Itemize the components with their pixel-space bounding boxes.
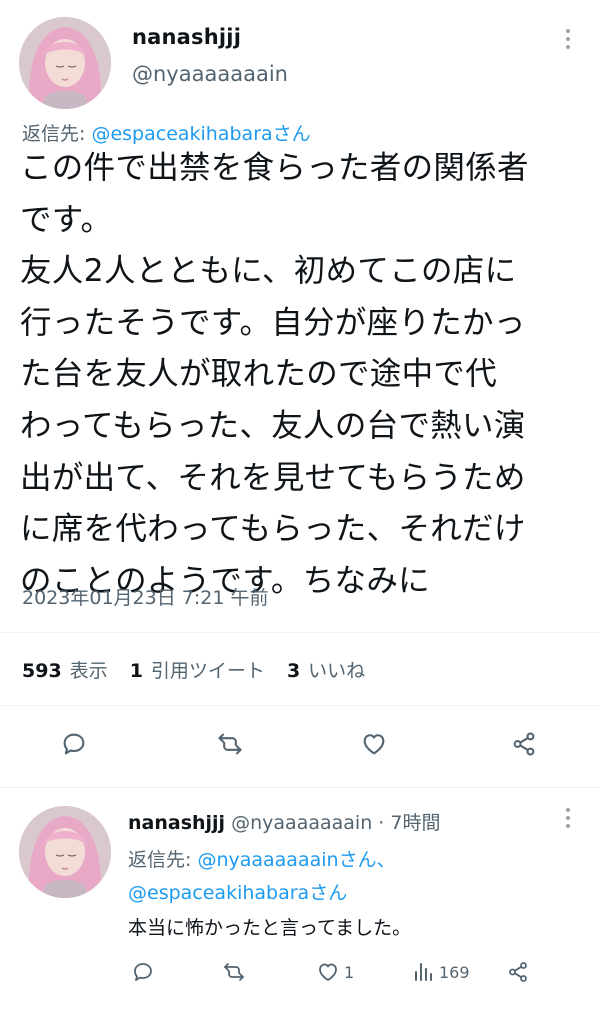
divider xyxy=(0,632,600,633)
tweet-text-line: た台を友人が取れたので途中で代 xyxy=(20,356,498,393)
replying-to-label: 返信先: xyxy=(128,849,198,871)
like-button[interactable]: 1 xyxy=(316,960,354,984)
quotes-count: 1 xyxy=(129,660,143,682)
reply-header: nanashjjj @nyaaaaaaain · 7時間 xyxy=(128,808,440,835)
avatar[interactable] xyxy=(19,17,111,109)
tweet-text-line: です。 xyxy=(20,201,113,238)
views-stat[interactable]: 593 表示 xyxy=(22,656,108,683)
more-options-icon[interactable] xyxy=(558,24,578,54)
tweet-text-line: 出が出て、それを見せてもらうため xyxy=(20,459,526,496)
replying-to: 返信先: @nyaaaaaaainさん、 @espaceakihabaraさん xyxy=(128,844,396,910)
likes-label: いいね xyxy=(308,660,366,682)
handle-time[interactable]: @nyaaaaaaain · 7時間 xyxy=(231,812,440,834)
avatar[interactable] xyxy=(19,806,111,898)
mention-link[interactable]: @espaceakihabara xyxy=(128,882,309,904)
like-icon xyxy=(319,963,337,981)
like-icon[interactable] xyxy=(358,728,390,760)
view-count: 169 xyxy=(439,962,470,982)
tweet-text-line: わってもらった、友人の台で熱い演 xyxy=(20,407,526,444)
mention-suffix: さん、 xyxy=(338,849,396,871)
mention-link[interactable]: @espaceakihabara xyxy=(91,123,272,145)
share-icon[interactable] xyxy=(508,728,540,760)
display-name[interactable]: nanashjjj xyxy=(128,812,225,834)
replying-to-label: 返信先: xyxy=(22,123,92,145)
timestamp[interactable]: 2023年01月23日 7:21 午前 xyxy=(22,583,268,610)
replying-to: 返信先: @espaceakihabaraさん xyxy=(22,119,311,146)
retweet-icon[interactable] xyxy=(222,960,246,984)
mention-link[interactable]: @nyaaaaaaain xyxy=(197,849,338,871)
mention-suffix: さん xyxy=(309,882,348,904)
views-label: 表示 xyxy=(69,660,108,682)
likes-count: 3 xyxy=(286,660,301,682)
share-icon[interactable] xyxy=(506,960,530,984)
display-name[interactable]: nanashjjj xyxy=(132,25,241,49)
tweet-text-line: この件で出禁を食らった者の関係者 xyxy=(20,150,529,186)
reply-text: 本当に怖かったと言ってました。 xyxy=(128,917,412,939)
divider xyxy=(0,705,600,706)
quotes-label: 引用ツイート xyxy=(150,660,265,682)
engagement-stats: 593 表示 1 引用ツイート 3 いいね xyxy=(22,656,387,683)
reply-icon[interactable] xyxy=(58,728,90,760)
tweet-text: この件で出禁を食らった者の関係者 です。 友人2人とともに、初めてこの店に 行っ… xyxy=(20,143,592,607)
likes-stat[interactable]: 3 いいね xyxy=(287,656,365,683)
user-handle[interactable]: @nyaaaaaaain xyxy=(132,62,288,86)
quotes-stat[interactable]: 1 引用ツイート xyxy=(130,656,265,683)
tweet-text-line: 友人2人とともに、初めてこの店に xyxy=(20,253,517,290)
views-count: 593 xyxy=(22,660,62,682)
views-icon xyxy=(415,963,432,981)
mention-suffix: さん xyxy=(272,123,311,145)
reply-icon[interactable] xyxy=(131,960,155,984)
tweet-text-line: に席を代わってもらった、それだけ xyxy=(20,511,526,548)
like-count: 1 xyxy=(344,962,355,982)
retweet-icon[interactable] xyxy=(214,728,246,760)
divider xyxy=(0,787,600,788)
views-button[interactable]: 169 xyxy=(411,960,470,984)
more-options-icon[interactable] xyxy=(558,803,578,833)
tweet-text-line: 行ったそうです。自分が座りたかっ xyxy=(20,304,526,341)
